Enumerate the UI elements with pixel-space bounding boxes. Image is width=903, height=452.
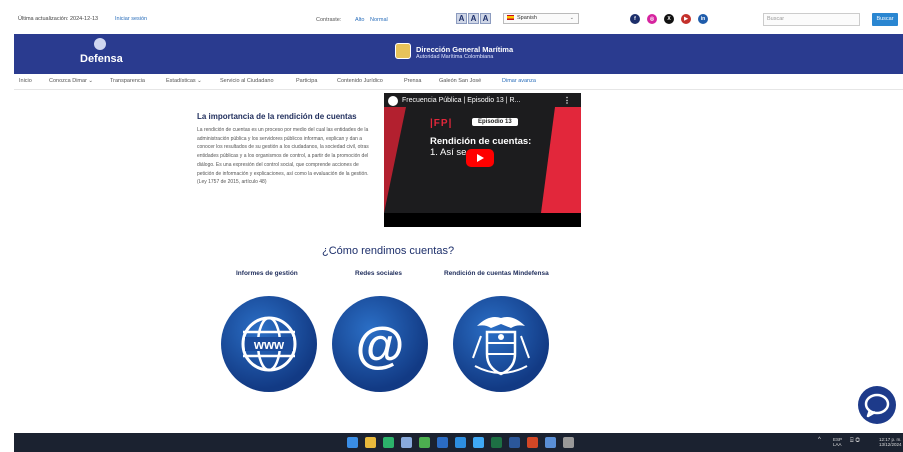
mindefensa-button[interactable] xyxy=(453,296,549,392)
instagram-icon[interactable]: ◎ xyxy=(647,14,657,24)
tray-chevron-up-icon[interactable]: ^ xyxy=(818,437,821,443)
section-body: La rendición de cuentas es un proceso po… xyxy=(197,127,369,186)
redes-label[interactable]: Redes sociales xyxy=(355,270,402,277)
dimar-logo-icon[interactable] xyxy=(395,43,411,59)
powerpoint-icon[interactable] xyxy=(527,437,538,448)
video-caption-line2: 1. Así se xyxy=(430,147,467,158)
clock[interactable]: 12:17 p. m. 13/12/2024 xyxy=(879,437,902,447)
keyboard-language[interactable]: ESP LAA xyxy=(833,437,842,447)
chat-bubble-icon xyxy=(864,393,890,418)
nav-item-galeon-san-jose[interactable]: Galeón San José xyxy=(439,78,481,84)
outlook-icon[interactable] xyxy=(455,437,466,448)
nav-item-conozca-dimar[interactable]: Conozca Dimar ⌄ xyxy=(49,78,93,84)
nav-item-inicio[interactable]: Inicio xyxy=(19,78,32,84)
chrome-icon[interactable] xyxy=(419,437,430,448)
nav-item-participa[interactable]: Participa xyxy=(296,78,317,84)
nav-item-prensa[interactable]: Prensa xyxy=(404,78,421,84)
episode-badge: Episodio 13 xyxy=(472,118,518,126)
defensa-logo-text[interactable]: Defensa xyxy=(80,53,123,65)
dimar-title[interactable]: Dirección General Marítima xyxy=(416,45,513,54)
last-updated-text: Última actualización: 2024-12-13 xyxy=(18,16,99,22)
os-taskbar: ^ ESP LAA ⌸ ◎ 12:17 p. m. 13/12/2024 xyxy=(14,433,903,452)
chevron-down-icon: ⌄ xyxy=(569,15,574,21)
play-button-icon[interactable] xyxy=(466,149,494,167)
nav-item-dimar-avanza[interactable]: Dimar avanza xyxy=(502,78,536,84)
rendimos-heading: ¿Cómo rendimos cuentas? xyxy=(322,245,455,257)
video-bottom-bar xyxy=(384,213,581,227)
contrast-high-link[interactable]: Alto xyxy=(355,17,364,23)
facebook-icon[interactable]: f xyxy=(630,14,640,24)
youtube-video-embed[interactable]: Frecuencia Pública | Episodio 13 | R... … xyxy=(384,93,581,227)
informes-gestion-button[interactable]: www xyxy=(221,296,317,392)
app-icon[interactable] xyxy=(473,437,484,448)
chat-button[interactable] xyxy=(858,386,896,424)
lang-region: LAA xyxy=(833,442,842,447)
nav-item-contenido-juridico[interactable]: Contenido Jurídico xyxy=(337,78,383,84)
start-icon[interactable] xyxy=(347,437,358,448)
spain-flag-icon xyxy=(507,15,514,21)
app-icon[interactable] xyxy=(437,437,448,448)
mindefensa-label[interactable]: Rendición de cuentas Mindefensa xyxy=(444,270,549,277)
contrast-normal-link[interactable]: Normal xyxy=(370,17,388,23)
nav-item-transparencia[interactable]: Transparencia xyxy=(110,78,145,84)
top-utility-bar: Última actualización: 2024-12-13 Iniciar… xyxy=(0,6,903,34)
contrast-label: Contraste: xyxy=(316,17,342,23)
video-decoration-right xyxy=(541,107,581,213)
nav-divider xyxy=(14,89,903,90)
app-icon[interactable] xyxy=(563,437,574,448)
dimar-subtitle: Autoridad Marítima Colombiana xyxy=(416,54,494,60)
informes-label[interactable]: Informes de gestión xyxy=(236,270,298,277)
network-volume-icon[interactable]: ⌸ ◎ xyxy=(850,438,860,445)
language-value: Spanish xyxy=(517,15,537,21)
nav-item-servicio-ciudadano[interactable]: Servicio al Ciudadano xyxy=(220,78,274,84)
search-input[interactable]: Buscar xyxy=(763,13,860,26)
header-banner: Defensa Dirección General Marítima Autor… xyxy=(14,34,903,74)
defensa-shield-icon xyxy=(94,38,106,50)
video-decoration-left xyxy=(384,107,406,213)
video-caption-line1: Rendición de cuentas: xyxy=(430,136,532,147)
svg-text:@: @ xyxy=(356,317,405,373)
main-nav: Inicio Conozca Dimar ⌄ Transparencia Est… xyxy=(14,76,903,88)
font-reset-button[interactable]: A xyxy=(468,13,479,24)
login-link[interactable]: Iniciar sesión xyxy=(115,16,147,22)
fp-logo: |FP| xyxy=(430,118,453,129)
language-select[interactable]: Spanish ⌄ xyxy=(503,13,579,24)
linkedin-icon[interactable]: in xyxy=(698,14,708,24)
word-icon[interactable] xyxy=(509,437,520,448)
colombia-coat-of-arms-icon xyxy=(472,317,530,376)
file-explorer-icon[interactable] xyxy=(365,437,376,448)
nav-item-estadisticas[interactable]: Estadísticas ⌄ xyxy=(166,78,202,84)
font-decrease-button[interactable]: A xyxy=(456,13,467,24)
font-size-controls: A A A xyxy=(456,13,491,24)
font-increase-button[interactable]: A xyxy=(480,13,491,24)
search-button[interactable]: Buscar xyxy=(872,13,898,26)
redes-sociales-button[interactable]: @ xyxy=(332,296,428,392)
app-icon[interactable] xyxy=(545,437,556,448)
taskbar-apps xyxy=(347,437,574,448)
at-sign-icon: @ xyxy=(356,317,405,373)
more-options-icon[interactable]: ⋮ xyxy=(563,96,571,105)
channel-avatar[interactable] xyxy=(388,96,398,106)
x-icon[interactable]: X xyxy=(664,14,674,24)
svg-text:www: www xyxy=(253,337,285,352)
section-title: La importancia de la rendición de cuenta… xyxy=(197,112,357,121)
social-links: f ◎ X ▶ in xyxy=(630,14,708,24)
video-title[interactable]: Frecuencia Pública | Episodio 13 | R... xyxy=(402,97,520,104)
edge-icon[interactable] xyxy=(383,437,394,448)
www-globe-icon: www xyxy=(241,316,297,372)
app-icon[interactable] xyxy=(401,437,412,448)
youtube-icon[interactable]: ▶ xyxy=(681,14,691,24)
clock-date: 13/12/2024 xyxy=(879,442,902,447)
excel-icon[interactable] xyxy=(491,437,502,448)
